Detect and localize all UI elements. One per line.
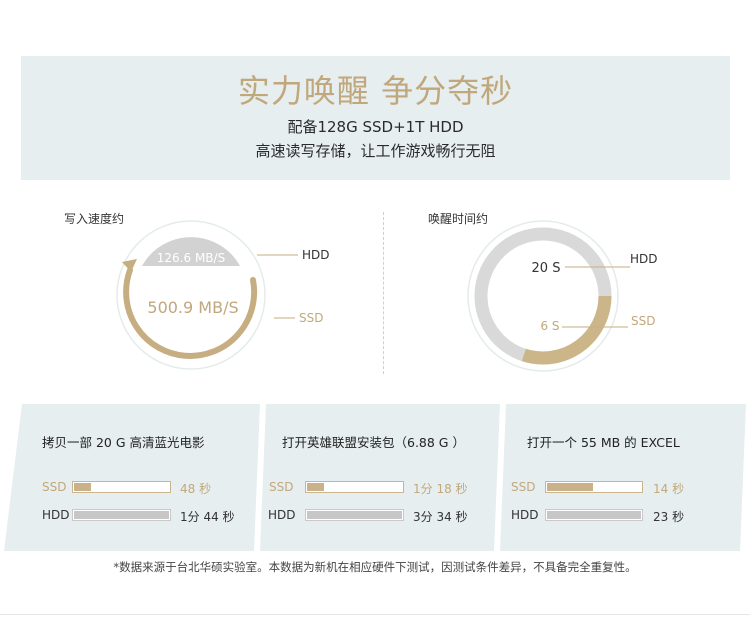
ssd-row: SSD 48 秒 — [42, 480, 257, 496]
hdd-bar — [545, 509, 643, 521]
write-gauge-ssd-tag: SSD — [299, 311, 323, 325]
wake-gauge-ssd-tag: SSD — [631, 314, 655, 328]
ssd-bar — [545, 481, 643, 493]
ssd-bar-fill — [74, 483, 92, 491]
hdd-bar-fill — [307, 511, 402, 519]
panel-movie-copy: 拷贝一部 20 G 高清蓝光电影 SSD 48 秒 HDD 1分 44 秒 — [42, 404, 257, 551]
hero-banner: 实力唤醒 争分夺秒 配备128G SSD+1T HDD 高速读写存储，让工作游戏… — [21, 56, 730, 180]
hdd-row: HDD 23 秒 — [511, 508, 716, 524]
ssd-row: SSD 14 秒 — [511, 480, 716, 496]
panel-lol-install: 打开英雄联盟安装包（6.88 G ） SSD 1分 18 秒 HDD 3分 34… — [268, 404, 494, 551]
hdd-bar-fill — [74, 511, 169, 519]
wake-gauge-hdd-value: 20 S — [532, 261, 561, 276]
hero-tagline: 高速读写存储，让工作游戏畅行无阻 — [255, 142, 496, 160]
hdd-time: 3分 34 秒 — [413, 510, 468, 524]
write-gauge-hdd-value: 126.6 MB/S — [157, 251, 225, 265]
hdd-time: 1分 44 秒 — [180, 510, 235, 524]
wake-gauge-hdd-tag: HDD — [630, 252, 658, 266]
comparison-panels: 拷贝一部 20 G 高清蓝光电影 SSD 48 秒 HDD 1分 44 秒 打开… — [0, 404, 750, 551]
ssd-label: SSD — [269, 480, 294, 494]
panel-title: 打开英雄联盟安装包（6.88 G ） — [282, 435, 465, 450]
hdd-row: HDD 1分 44 秒 — [42, 508, 257, 524]
ssd-row: SSD 1分 18 秒 — [269, 480, 481, 496]
hdd-row: HDD 3分 34 秒 — [268, 508, 480, 524]
hero-title: 实力唤醒 争分夺秒 — [237, 72, 514, 110]
hdd-label: HDD — [42, 508, 70, 522]
ssd-time: 14 秒 — [653, 482, 685, 496]
bottom-rule — [0, 614, 750, 615]
ssd-label: SSD — [511, 480, 536, 494]
write-gauge-hdd-tag: HDD — [302, 248, 330, 262]
hdd-time: 23 秒 — [653, 510, 685, 524]
hdd-bar — [72, 509, 171, 521]
hdd-label: HDD — [268, 508, 296, 522]
wake-gauge-outer-ring — [467, 220, 619, 372]
ssd-time: 1分 18 秒 — [413, 482, 468, 496]
panel-title: 拷贝一部 20 G 高清蓝光电影 — [42, 435, 205, 450]
ssd-bar-fill — [547, 483, 593, 491]
hdd-label: HDD — [511, 508, 539, 522]
hdd-bar-fill — [547, 511, 641, 519]
write-speed-gauge: 126.6 MB/S 500.9 MB/S HDD SSD — [116, 220, 330, 370]
panel-excel-open: 打开一个 55 MB 的 EXCEL SSD 14 秒 HDD 23 秒 — [511, 404, 732, 551]
hdd-bar — [305, 509, 404, 521]
panel-title: 打开一个 55 MB 的 EXCEL — [527, 435, 680, 450]
footnote: *数据来源于台北华硕实验室。本数据为新机在相应硬件下测试，因测试条件差异，不具备… — [113, 560, 637, 574]
ssd-bar — [305, 481, 404, 493]
ssd-bar-fill — [307, 483, 325, 491]
write-gauge-ssd-value: 500.9 MB/S — [147, 298, 238, 317]
gauge-divider — [383, 212, 384, 374]
ssd-bar — [72, 481, 171, 493]
wake-gauge-ssd-value: 6 S — [540, 319, 559, 333]
ssd-label: SSD — [42, 480, 67, 494]
hero-spec-line: 配备128G SSD+1T HDD — [287, 118, 464, 136]
wake-time-gauge: 20 S HDD 6 S SSD — [467, 220, 658, 372]
ssd-time: 48 秒 — [180, 482, 212, 496]
write-gauge-arrow-icon — [122, 259, 137, 272]
